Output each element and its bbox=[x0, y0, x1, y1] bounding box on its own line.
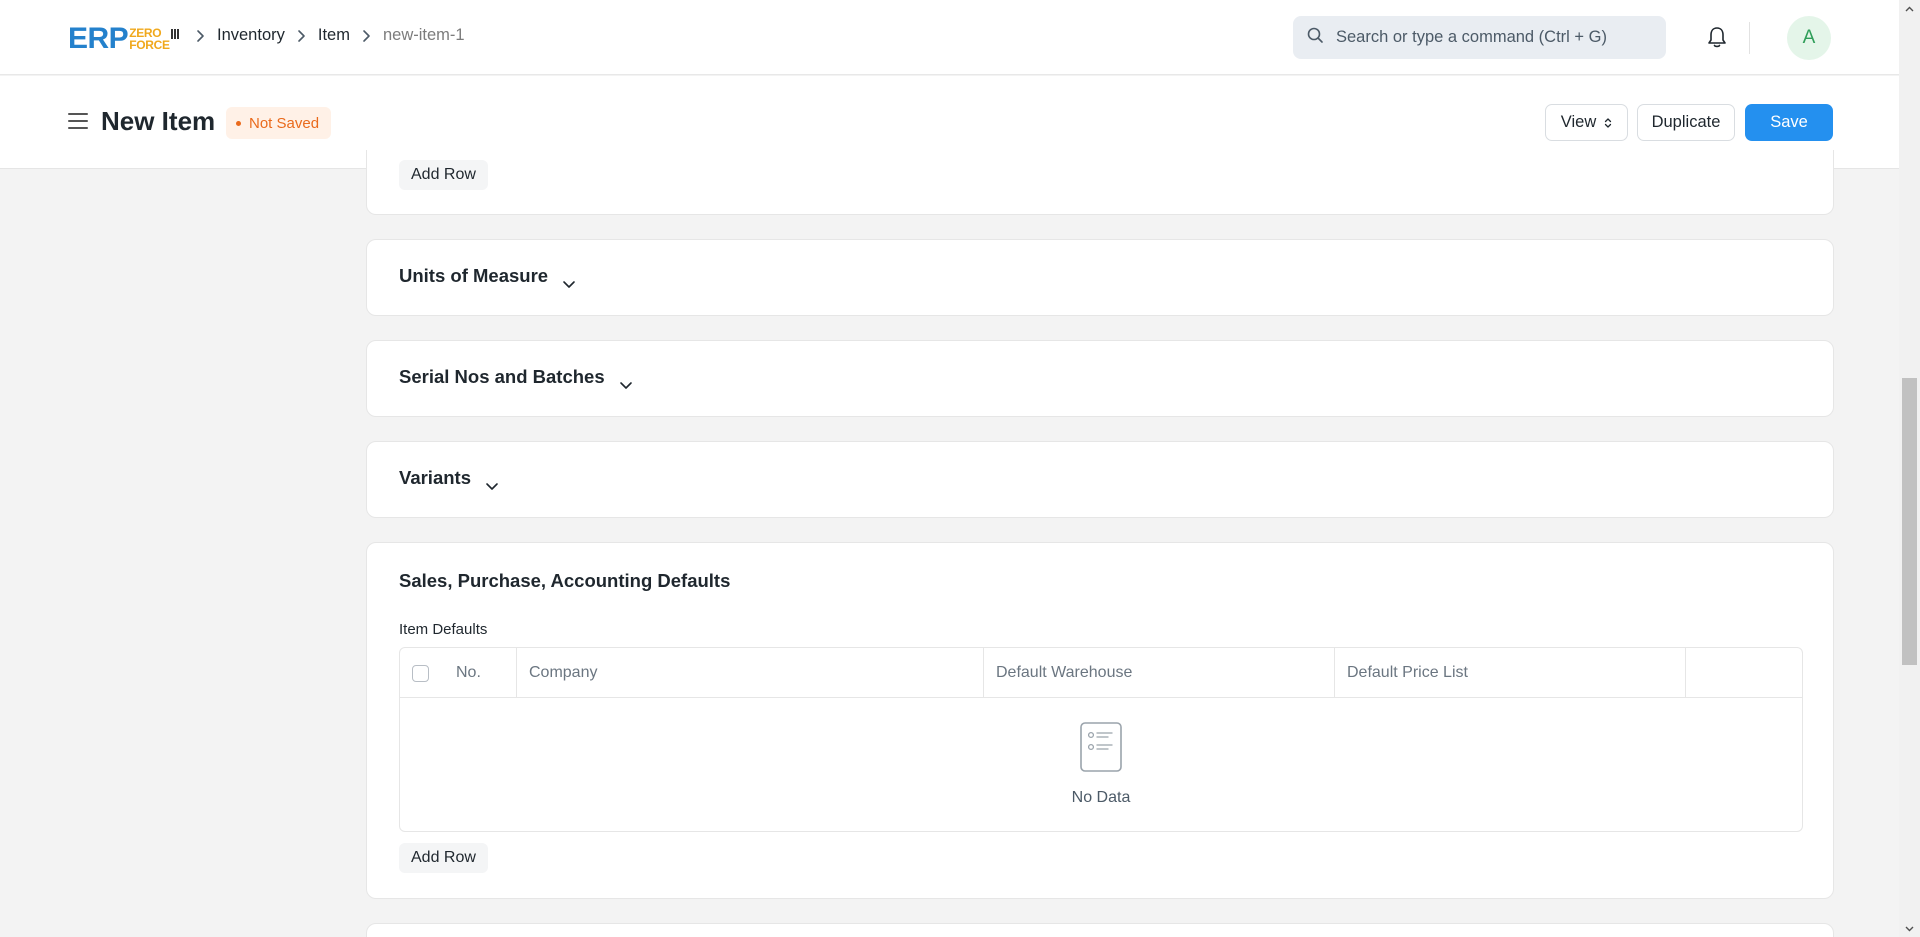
notification-bell-icon[interactable] bbox=[1706, 25, 1728, 49]
column-header-company: Company bbox=[516, 648, 983, 698]
view-button-label: View bbox=[1560, 113, 1597, 131]
search-bar[interactable] bbox=[1293, 16, 1666, 59]
section-card-previous: Add Row bbox=[366, 150, 1834, 215]
logo-bars-icon bbox=[170, 29, 179, 39]
avatar[interactable]: A bbox=[1787, 16, 1831, 60]
section-toggle-serial-nos-and-batches[interactable]: Serial Nos and Batches bbox=[399, 366, 633, 389]
empty-state-text: No Data bbox=[1071, 789, 1131, 806]
logo-erp-text: ERP bbox=[68, 22, 129, 55]
scrollbar-thumb[interactable] bbox=[1902, 378, 1917, 665]
view-button[interactable]: View bbox=[1545, 104, 1628, 141]
chevron-right-icon bbox=[297, 29, 306, 43]
item-defaults-table: No. Company Default Warehouse Default Pr… bbox=[399, 647, 1803, 832]
save-button[interactable]: Save bbox=[1745, 104, 1833, 141]
scroll-up-icon[interactable] bbox=[1899, 0, 1920, 17]
select-all-checkbox[interactable] bbox=[412, 664, 429, 682]
section-title: Sales, Purchase, Accounting Defaults bbox=[399, 570, 731, 591]
section-title: Variants bbox=[399, 467, 471, 488]
app-logo[interactable]: ERP ZERO FORCE bbox=[68, 24, 179, 54]
empty-list-icon bbox=[1080, 722, 1122, 777]
breadcrumb-inventory[interactable]: Inventory bbox=[217, 26, 285, 45]
column-header-actions bbox=[1685, 648, 1802, 698]
section-card-units-of-measure: Units of Measure bbox=[366, 239, 1834, 316]
section-toggle-units-of-measure[interactable]: Units of Measure bbox=[399, 265, 576, 288]
scroll-down-icon[interactable] bbox=[1899, 920, 1920, 937]
chevron-right-icon bbox=[196, 29, 205, 43]
section-toggle-variants[interactable]: Variants bbox=[399, 467, 499, 490]
logo-bottom-text: FORCE bbox=[129, 38, 170, 52]
column-header-default-warehouse: Default Warehouse bbox=[983, 648, 1334, 698]
column-header-default-price-list: Default Price List bbox=[1334, 648, 1685, 698]
status-badge-label: Not Saved bbox=[249, 114, 320, 132]
duplicate-button[interactable]: Duplicate bbox=[1637, 104, 1735, 141]
empty-state: No Data bbox=[400, 698, 1802, 831]
section-title: Units of Measure bbox=[399, 265, 549, 286]
add-row-button[interactable]: Add Row bbox=[399, 160, 488, 190]
chevron-up-down-icon bbox=[1604, 117, 1612, 129]
sidebar-toggle-icon[interactable] bbox=[68, 113, 88, 130]
section-card-accounting-defaults: Sales, Purchase, Accounting Defaults Ite… bbox=[366, 542, 1834, 899]
search-icon bbox=[1307, 27, 1324, 49]
breadcrumb: Inventory Item new-item-1 bbox=[196, 26, 477, 45]
breadcrumb-current: new-item-1 bbox=[382, 26, 465, 44]
add-row-button[interactable]: Add Row bbox=[399, 843, 488, 873]
search-input[interactable] bbox=[1336, 28, 1646, 47]
page-scrollbar[interactable] bbox=[1899, 0, 1920, 937]
section-card-serial-nos-and-batches: Serial Nos and Batches bbox=[366, 340, 1834, 417]
breadcrumb-item[interactable]: Item bbox=[318, 26, 350, 45]
chevron-down-icon bbox=[619, 373, 633, 389]
logo-side-text: ZERO FORCE bbox=[129, 27, 170, 51]
item-defaults-label: Item Defaults bbox=[399, 621, 488, 638]
page-title: New Item bbox=[101, 106, 216, 136]
table-header: No. Company Default Warehouse Default Pr… bbox=[400, 648, 1802, 698]
navbar-divider bbox=[1749, 22, 1750, 54]
top-navbar: ERP ZERO FORCE Inventory Item new-item-1… bbox=[0, 0, 1920, 75]
chevron-down-icon bbox=[485, 474, 499, 490]
status-badge: Not Saved bbox=[226, 107, 332, 139]
section-card-variants: Variants bbox=[366, 441, 1834, 518]
chevron-right-icon bbox=[362, 29, 371, 43]
status-dot-icon bbox=[236, 120, 241, 126]
section-title: Serial Nos and Batches bbox=[399, 366, 605, 387]
section-card-next bbox=[366, 923, 1834, 937]
chevron-down-icon bbox=[562, 272, 576, 288]
